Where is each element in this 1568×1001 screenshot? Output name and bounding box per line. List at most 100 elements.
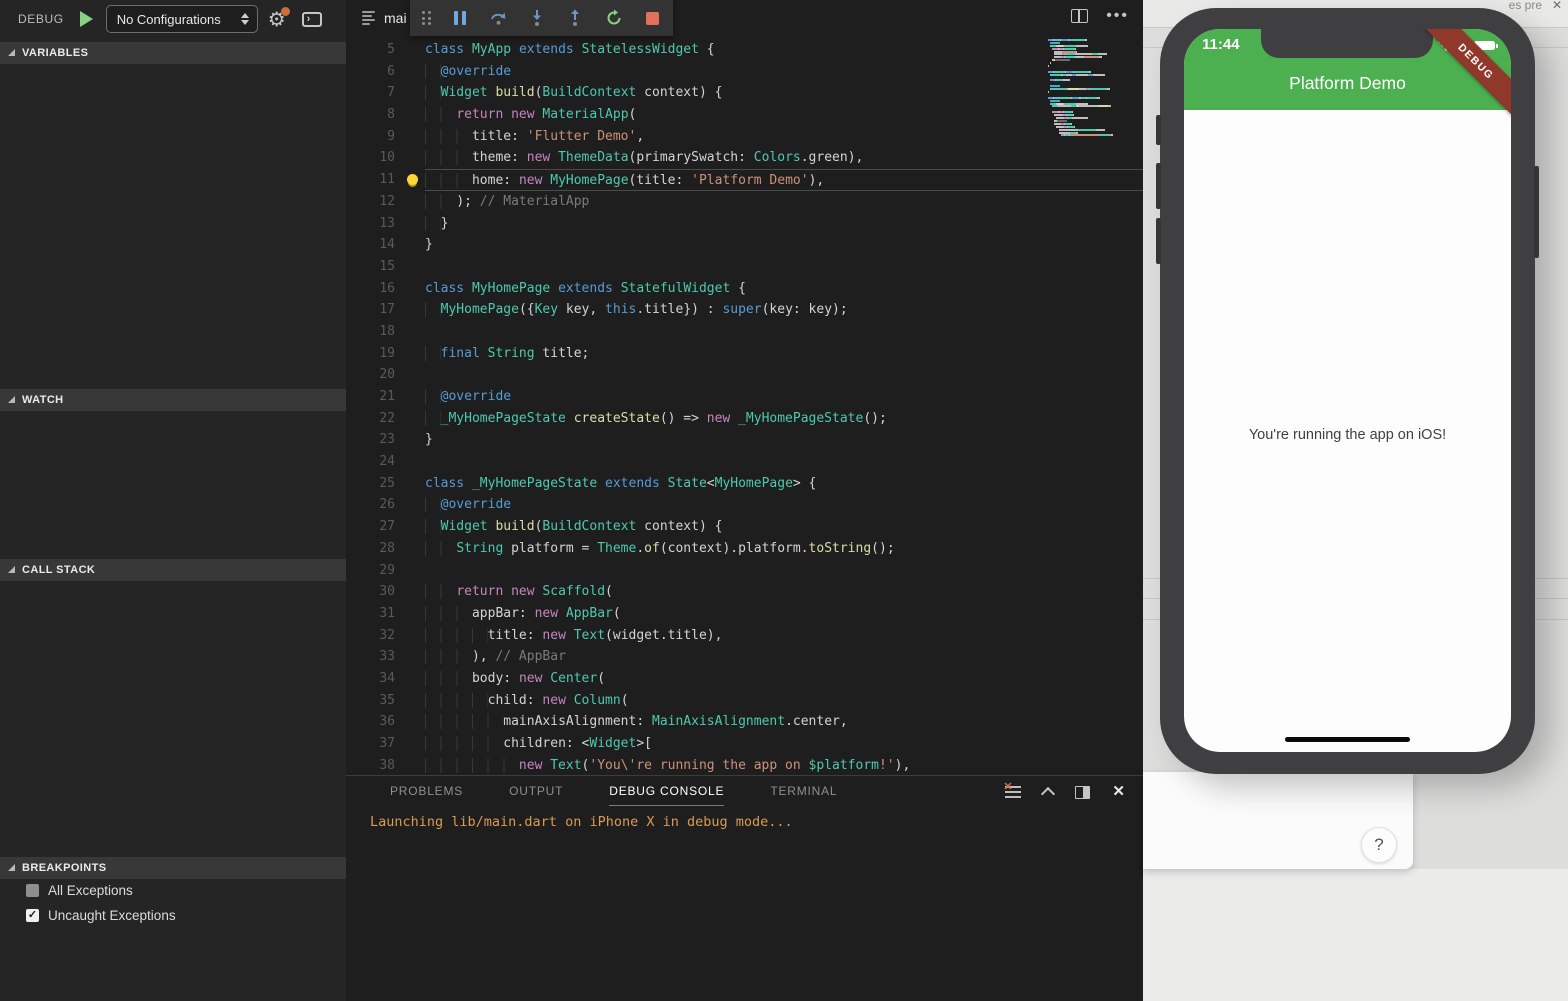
volume-up-button[interactable] xyxy=(1156,163,1161,209)
split-editor-icon[interactable] xyxy=(1071,9,1089,23)
glyph-margin[interactable] xyxy=(395,39,425,61)
glyph-margin[interactable] xyxy=(395,82,425,104)
glyph-margin[interactable] xyxy=(395,278,425,300)
glyph-margin[interactable] xyxy=(395,646,425,668)
code-line[interactable]: 10 theme: new ThemeData(primarySwatch: C… xyxy=(346,147,1143,169)
clear-console-icon[interactable]: ✕ xyxy=(1003,781,1022,799)
breakpoint-all-exceptions[interactable]: All Exceptions xyxy=(26,880,133,900)
breakpoint-uncaught-exceptions[interactable]: ✓ Uncaught Exceptions xyxy=(26,905,176,925)
code-line[interactable]: 11 home: new MyHomePage(title: 'Platform… xyxy=(346,169,1143,191)
code-line[interactable]: 8 return new MaterialApp( xyxy=(346,104,1143,126)
glyph-margin[interactable] xyxy=(395,581,425,603)
line-number[interactable]: 17 xyxy=(346,299,395,321)
line-number[interactable]: 30 xyxy=(346,581,395,603)
line-number[interactable]: 37 xyxy=(346,733,395,755)
glyph-margin[interactable] xyxy=(395,429,425,451)
code-line[interactable]: 36 mainAxisAlignment: MainAxisAlignment.… xyxy=(346,711,1143,733)
checkbox-unchecked[interactable] xyxy=(26,883,39,897)
line-number[interactable]: 33 xyxy=(346,646,395,668)
help-button[interactable]: ? xyxy=(1361,827,1397,863)
glyph-margin[interactable] xyxy=(395,61,425,83)
glyph-margin[interactable] xyxy=(395,625,425,647)
power-button[interactable] xyxy=(1534,166,1539,258)
checkbox-checked[interactable]: ✓ xyxy=(26,908,39,922)
line-number[interactable]: 16 xyxy=(346,278,395,300)
drag-grip-icon[interactable] xyxy=(422,11,431,25)
minimap[interactable] xyxy=(1048,39,1114,137)
line-number[interactable]: 25 xyxy=(346,473,395,495)
code-line[interactable]: 7 Widget build(BuildContext context) { xyxy=(346,82,1143,104)
line-number[interactable]: 12 xyxy=(346,191,395,213)
line-number[interactable]: 11 xyxy=(346,169,395,191)
line-number[interactable]: 10 xyxy=(346,147,395,169)
line-number[interactable]: 15 xyxy=(346,256,395,278)
code-line[interactable]: 31 appBar: new AppBar( xyxy=(346,603,1143,625)
code-area[interactable]: 5 class MyApp extends StatelessWidget {6 … xyxy=(346,36,1143,775)
close-tab-icon[interactable]: ✕ xyxy=(1552,0,1562,12)
line-number[interactable]: 23 xyxy=(346,429,395,451)
line-number[interactable]: 35 xyxy=(346,690,395,712)
code-line[interactable]: 9 title: 'Flutter Demo', xyxy=(346,126,1143,148)
open-console-icon[interactable]: › xyxy=(301,11,322,27)
glyph-margin[interactable] xyxy=(395,126,425,148)
line-number[interactable]: 5 xyxy=(346,39,395,61)
tab-output[interactable]: OUTPUT xyxy=(509,784,563,806)
code-line[interactable]: 21 @override xyxy=(346,386,1143,408)
glyph-margin[interactable] xyxy=(395,473,425,495)
glyph-margin[interactable] xyxy=(395,690,425,712)
code-line[interactable]: 14} xyxy=(346,234,1143,256)
lightbulb-icon[interactable] xyxy=(407,174,418,186)
code-line[interactable]: 32 title: new Text(widget.title), xyxy=(346,625,1143,647)
stop-icon[interactable] xyxy=(644,9,661,27)
glyph-margin[interactable] xyxy=(395,213,425,235)
code-line[interactable]: 29 xyxy=(346,560,1143,582)
tab-main-dart[interactable]: mai xyxy=(384,10,407,26)
mute-switch[interactable] xyxy=(1156,115,1161,145)
maximize-panel-icon[interactable] xyxy=(1075,785,1091,799)
glyph-margin[interactable] xyxy=(395,494,425,516)
glyph-margin[interactable] xyxy=(395,733,425,755)
line-number[interactable]: 24 xyxy=(346,451,395,473)
line-number[interactable]: 22 xyxy=(346,408,395,430)
code-line[interactable]: 27 Widget build(BuildContext context) { xyxy=(346,516,1143,538)
line-number[interactable]: 20 xyxy=(346,364,395,386)
code-line[interactable]: 35 child: new Column( xyxy=(346,690,1143,712)
code-line[interactable]: 12 ); // MaterialApp xyxy=(346,191,1143,213)
sidebar-section-breakpoints[interactable]: BREAKPOINTS xyxy=(0,857,346,879)
code-line[interactable]: 15 xyxy=(346,256,1143,278)
glyph-margin[interactable] xyxy=(395,299,425,321)
code-line[interactable]: 25 class _MyHomePageState extends State<M… xyxy=(346,473,1143,495)
configurations-dropdown[interactable]: No Configurations xyxy=(105,5,258,33)
restart-icon[interactable] xyxy=(605,9,623,27)
line-number[interactable]: 6 xyxy=(346,61,395,83)
code-line[interactable]: 5 class MyApp extends StatelessWidget { xyxy=(346,39,1143,61)
start-debug-icon[interactable] xyxy=(79,11,93,27)
glyph-margin[interactable] xyxy=(395,386,425,408)
line-number[interactable]: 32 xyxy=(346,625,395,647)
glyph-margin[interactable] xyxy=(395,668,425,690)
glyph-margin[interactable] xyxy=(395,321,425,343)
more-actions-icon[interactable]: ••• xyxy=(1106,8,1129,24)
code-line[interactable]: 38 new Text('You\'re running the app on … xyxy=(346,755,1143,775)
home-indicator[interactable] xyxy=(1285,737,1410,742)
tab-terminal[interactable]: TERMINAL xyxy=(770,784,837,806)
code-line[interactable]: 30 return new Scaffold( xyxy=(346,581,1143,603)
glyph-margin[interactable] xyxy=(395,755,425,775)
glyph-margin[interactable] xyxy=(395,538,425,560)
glyph-margin[interactable] xyxy=(395,711,425,733)
line-number[interactable]: 34 xyxy=(346,668,395,690)
line-number[interactable]: 27 xyxy=(346,516,395,538)
glyph-margin[interactable] xyxy=(395,343,425,365)
tab-debug-console[interactable]: DEBUG CONSOLE xyxy=(609,784,725,806)
code-line[interactable]: 37 children: <Widget>[ xyxy=(346,733,1143,755)
line-number[interactable]: 31 xyxy=(346,603,395,625)
line-number[interactable]: 29 xyxy=(346,560,395,582)
code-line[interactable]: 17 MyHomePage({Key key, this.title}) : s… xyxy=(346,299,1143,321)
line-number[interactable]: 7 xyxy=(346,82,395,104)
code-line[interactable]: 13 } xyxy=(346,213,1143,235)
code-line[interactable]: 16 class MyHomePage extends StatefulWidge… xyxy=(346,278,1143,300)
volume-down-button[interactable] xyxy=(1156,218,1161,264)
glyph-margin[interactable] xyxy=(395,603,425,625)
step-out-icon[interactable] xyxy=(567,9,584,27)
line-number[interactable]: 8 xyxy=(346,104,395,126)
